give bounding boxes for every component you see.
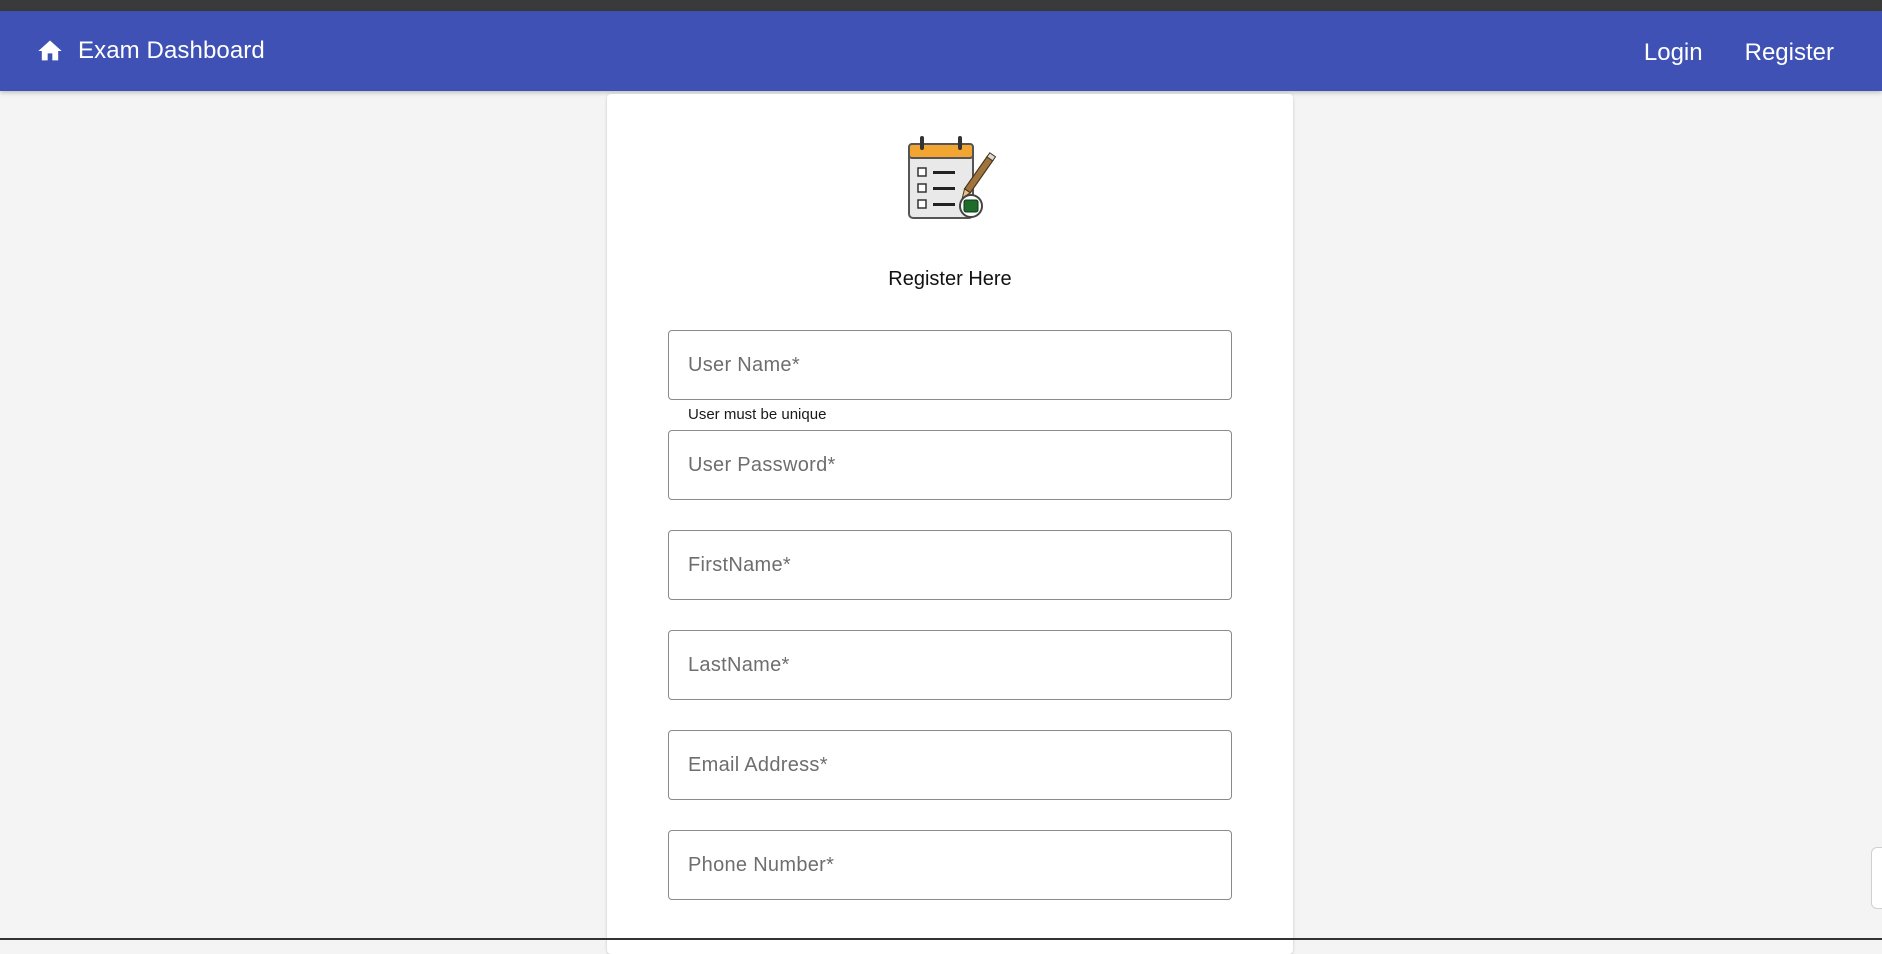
email-field (668, 730, 1232, 800)
password-field (668, 430, 1232, 500)
firstname-field (668, 530, 1232, 600)
top-navbar: Exam Dashboard Login Register (0, 11, 1882, 91)
email-input[interactable] (669, 731, 1231, 799)
firstname-input[interactable] (669, 531, 1231, 599)
phone-field (668, 830, 1232, 900)
browser-top-strip (0, 0, 1882, 11)
register-card: Register Here User must be unique (607, 94, 1293, 954)
home-icon (38, 40, 62, 61)
side-panel-handle[interactable] (1871, 847, 1882, 909)
username-hint: User must be unique (688, 406, 827, 423)
username-field (668, 330, 1232, 400)
username-input[interactable] (669, 331, 1231, 399)
login-link[interactable]: Login (1644, 39, 1703, 67)
brand-home-link[interactable]: Exam Dashboard (36, 37, 265, 65)
phone-input[interactable] (669, 831, 1231, 899)
nav-links: Login Register (1644, 39, 1834, 67)
password-input[interactable] (669, 431, 1231, 499)
lastname-field (668, 630, 1232, 700)
register-heading: Register Here (888, 268, 1012, 290)
register-link[interactable]: Register (1745, 39, 1834, 67)
lastname-input[interactable] (669, 631, 1231, 699)
exam-checklist-icon (908, 136, 997, 219)
app-title: Exam Dashboard (78, 37, 265, 64)
